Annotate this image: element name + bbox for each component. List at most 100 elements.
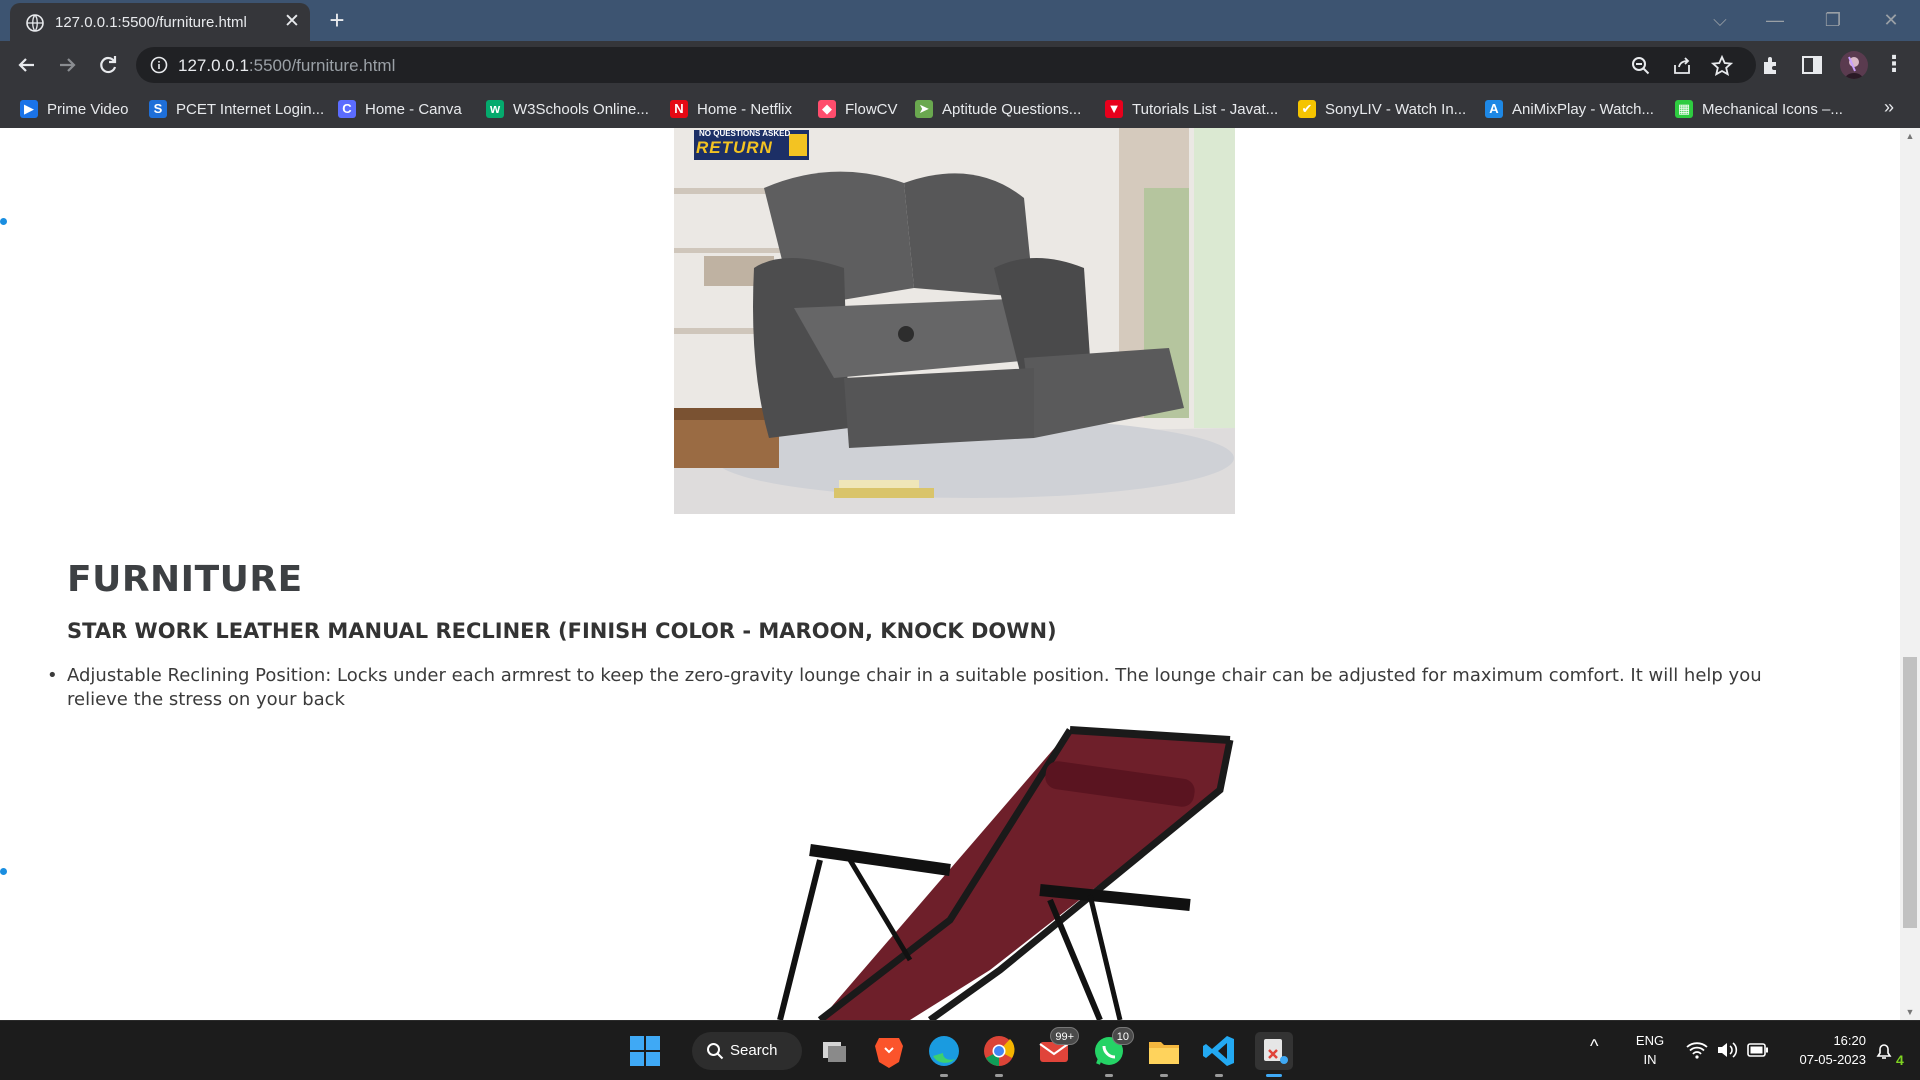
sonyliv-icon: ✔ [1298,100,1316,118]
list-bullet-dot [0,218,7,225]
animixplay-icon: A [1485,100,1503,118]
task-view-icon [823,1042,846,1062]
back-button[interactable] [13,51,41,79]
chrome-app[interactable] [980,1032,1018,1077]
bullet-icon: • [47,665,58,686]
clock[interactable]: 16:20 07-05-2023 [1780,1031,1867,1069]
menu-icon[interactable]: ⋮ [1882,53,1906,77]
language-indicator[interactable]: ENG IN [1630,1031,1670,1069]
tab-title: 127.0.0.1:5500/furniture.html [55,14,247,31]
bookmark-label: W3Schools Online... [513,100,649,118]
battery-icon[interactable] [1747,1043,1769,1057]
list-bullet-dot [0,868,7,875]
profile-avatar[interactable] [1840,51,1868,79]
bookmark-item[interactable]: N Home - Netflix [670,97,792,121]
recliner-photo [674,128,1235,514]
bookmark-item[interactable]: A AniMixPlay - Watch... [1485,97,1654,121]
bookmark-item[interactable]: ▦ Mechanical Icons –... [1675,97,1843,121]
url-path: :5500/furniture.html [248,56,396,75]
return-badge-top: NO QUESTIONS ASKED [699,129,791,138]
zoom-icon[interactable] [1630,55,1652,77]
edge-icon [929,1036,959,1066]
lounge-chair-photo [777,726,1234,1020]
bookmark-item[interactable]: ◆ FlowCV [818,97,898,121]
forward-button[interactable] [53,51,81,79]
taskbar-search[interactable]: Search [692,1032,802,1070]
bookmark-item[interactable]: ➤ Aptitude Questions... [915,97,1081,121]
minimize-button[interactable]: — [1755,6,1795,34]
active-indicator [1266,1074,1282,1077]
task-view-button[interactable] [815,1032,853,1070]
language-label: ENG [1635,1033,1665,1048]
new-tab-button[interactable]: + [324,7,350,34]
bookmark-label: Prime Video [47,100,129,118]
running-indicator [940,1074,948,1077]
page-scrollbar[interactable]: ▲ ▼ [1900,128,1920,1020]
brave-app[interactable] [870,1032,908,1070]
mail-badge: 99+ [1050,1027,1079,1045]
close-window-button[interactable]: ✕ [1871,6,1911,34]
bookmark-label: Home - Netflix [697,100,793,118]
folder-icon [1149,1042,1179,1064]
edge-app[interactable] [925,1032,963,1077]
mail-app[interactable]: 99+ [1035,1027,1079,1070]
bookmarks-more-button[interactable]: » [1884,97,1894,118]
start-button[interactable] [626,1032,664,1070]
tab-search-icon[interactable]: ⌵ [1700,6,1740,34]
wifi-icon[interactable] [1686,1041,1708,1059]
netflix-icon: N [670,100,688,118]
bookmarks-bar: ▶ Prime Video S PCET Internet Login... C Home… [0,89,1920,128]
tab-furniture[interactable]: 127.0.0.1:5500/furniture.html ✕ [10,3,310,41]
bookmark-star-icon[interactable] [1711,55,1733,77]
tab-close-icon[interactable]: ✕ [281,11,303,33]
volume-icon[interactable] [1716,1041,1738,1059]
bookmark-item[interactable]: ✔ SonyLIV - Watch In... [1298,97,1466,121]
scroll-down-arrow[interactable]: ▼ [1900,1004,1920,1020]
bookmark-item[interactable]: ▼ Tutorials List - Javat... [1105,97,1278,121]
javatpoint-icon: ▼ [1105,100,1123,118]
bookmark-label: Home - Canva [365,100,462,118]
restore-button[interactable]: ❐ [1813,6,1853,34]
notification-bell-icon[interactable] [1874,1041,1894,1061]
search-label: Search [730,1042,778,1059]
running-indicator [1215,1074,1223,1077]
clock-time: 16:20 [1833,1033,1866,1048]
bookmark-item[interactable]: S PCET Internet Login... [149,97,324,121]
whatsapp-app[interactable]: 10 [1090,1027,1134,1077]
bookmark-item[interactable]: ▶ Prime Video [20,97,128,121]
address-bar[interactable]: 127.0.0.1:5500/furniture.html [136,47,1756,83]
scrollbar-thumb[interactable] [1903,657,1917,928]
whatsapp-badge: 10 [1111,1027,1134,1045]
browser-toolbar: 127.0.0.1:5500/furniture.html ⋮ [0,41,1920,89]
page-viewport: NO QUESTIONS ASKED RETURN FURNITURE STAR… [0,128,1920,1020]
maroon-lounge-chair-image [700,720,1260,1020]
grey-recliner-image: NO QUESTIONS ASKED RETURN [674,128,1235,514]
snipping-tool-app[interactable] [1255,1032,1293,1077]
bookmark-label: Mechanical Icons –... [1702,100,1843,118]
vscode-app[interactable] [1200,1032,1238,1077]
file-explorer-app[interactable] [1145,1032,1183,1077]
extensions-icon[interactable] [1760,53,1784,77]
bookmark-label: SonyLIV - Watch In... [1325,100,1467,118]
bookmark-label: PCET Internet Login... [176,100,325,118]
url-text[interactable]: 127.0.0.1:5500/furniture.html [178,56,395,76]
bookmark-item[interactable]: w W3Schools Online... [486,97,649,121]
share-icon[interactable] [1671,55,1693,77]
bookmark-label: Aptitude Questions... [942,100,1082,118]
running-indicator [1160,1074,1168,1077]
return-badge-text: RETURN [696,138,773,157]
browser-chrome: 127.0.0.1:5500/furniture.html ✕ + ⌵ — ❐ … [0,0,1920,128]
vscode-icon [1203,1036,1234,1066]
bookmark-item[interactable]: C Home - Canva [338,97,462,121]
tray-overflow-chevron[interactable]: ^ [1590,1037,1598,1056]
reload-icon [100,56,117,74]
site-info-icon[interactable] [150,56,168,74]
bookmark-label: Tutorials List - Javat... [1132,100,1279,118]
reload-button[interactable] [94,51,122,79]
canva-icon: C [338,100,356,118]
forward-arrow-icon [60,58,76,72]
snipping-tool-icon [1264,1039,1288,1064]
scroll-up-arrow[interactable]: ▲ [1900,128,1920,144]
brave-icon [875,1038,903,1068]
side-panel-icon[interactable] [1800,53,1824,77]
